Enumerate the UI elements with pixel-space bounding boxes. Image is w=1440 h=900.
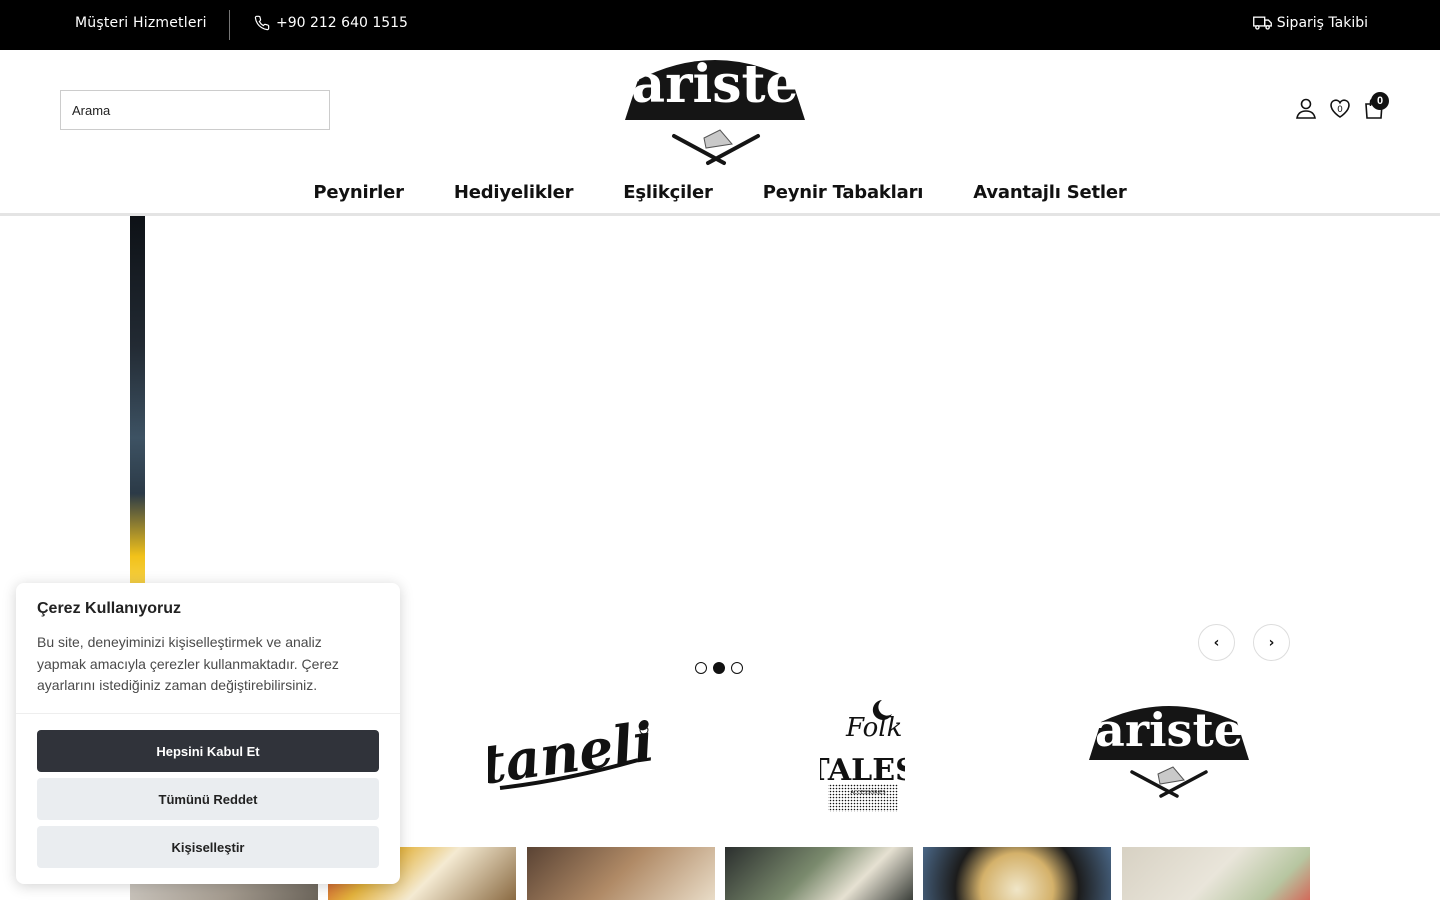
product-thumbnail[interactable] [1122, 847, 1310, 900]
svg-text:Folk: Folk [845, 713, 902, 743]
slider-prev-button[interactable]: ‹ [1198, 624, 1235, 661]
truck-icon [1252, 16, 1272, 30]
product-thumbnail[interactable] [527, 847, 715, 900]
nav-item-peynirler[interactable]: Peynirler [313, 168, 404, 213]
slider-next-button[interactable]: › [1253, 624, 1290, 661]
svg-text:ariste: ariste [1095, 703, 1243, 757]
chevron-left-icon: ‹ [1213, 634, 1220, 651]
hero-slider[interactable] [130, 216, 1310, 586]
phone-link[interactable]: +90 212 640 1515 [254, 15, 408, 31]
slider-dot[interactable] [731, 662, 743, 674]
topbar-divider [229, 10, 230, 40]
reject-all-cookies-button[interactable]: Tümünü Reddet [37, 778, 379, 820]
slider-dot-active[interactable] [713, 662, 725, 674]
nav-item-eslikciler[interactable]: Eşlikçiler [623, 168, 713, 213]
product-thumbnail[interactable] [725, 847, 913, 900]
folk-tales-brand-logo[interactable]: Folk TALES ACCESSORIES [820, 688, 905, 816]
nav-item-hediyelikler[interactable]: Hediyelikler [454, 168, 574, 213]
phone-number: +90 212 640 1515 [276, 15, 408, 31]
slider-dot[interactable] [695, 662, 707, 674]
chevron-right-icon: › [1268, 634, 1275, 651]
order-tracking-link[interactable]: Sipariş Takibi [1252, 15, 1368, 31]
heart-icon[interactable]: 0 [1328, 96, 1352, 120]
cookie-consent-dialog: Çerez Kullanıyoruz Bu site, deneyiminizi… [16, 583, 400, 884]
phone-icon [254, 15, 270, 31]
cookie-description: Bu site, deneyiminizi kişiselleştirmek v… [37, 634, 339, 693]
ariste-brand-logo[interactable]: ariste [1088, 700, 1250, 802]
svg-text:0: 0 [1337, 105, 1343, 115]
top-bar: Müşteri Hizmetleri +90 212 640 1515 Sipa… [0, 0, 1440, 50]
search-input[interactable] [60, 90, 330, 130]
svg-text:taneli: taneli [488, 710, 653, 795]
ariste-logo[interactable]: ariste [624, 52, 806, 170]
svg-text:ACCESSORIES: ACCESSORIES [850, 790, 885, 796]
cookie-title: Çerez Kullanıyoruz [37, 600, 182, 617]
slide-image-edge [130, 216, 145, 586]
user-icon[interactable] [1294, 96, 1318, 120]
cookie-divider [16, 713, 400, 714]
nav-item-peynir-tabaklari[interactable]: Peynir Tabakları [763, 168, 924, 213]
nav-item-avantajli-setler[interactable]: Avantajlı Setler [973, 168, 1127, 213]
logo-text: ariste [631, 54, 798, 115]
customize-cookies-button[interactable]: Kişiselleştir [37, 826, 379, 868]
customer-service-link[interactable]: Müşteri Hizmetleri [75, 15, 207, 31]
accept-all-cookies-button[interactable]: Hepsini Kabul Et [37, 730, 379, 772]
slider-dots [695, 662, 743, 674]
svg-text:TALES: TALES [820, 753, 905, 788]
cart-count-badge: 0 [1371, 92, 1389, 110]
order-tracking-label: Sipariş Takibi [1276, 15, 1368, 31]
product-thumbnail[interactable] [923, 847, 1111, 900]
main-navigation: Peynirler Hediyelikler Eşlikçiler Peynir… [0, 168, 1440, 216]
taneli-brand-logo[interactable]: taneli [488, 710, 653, 795]
